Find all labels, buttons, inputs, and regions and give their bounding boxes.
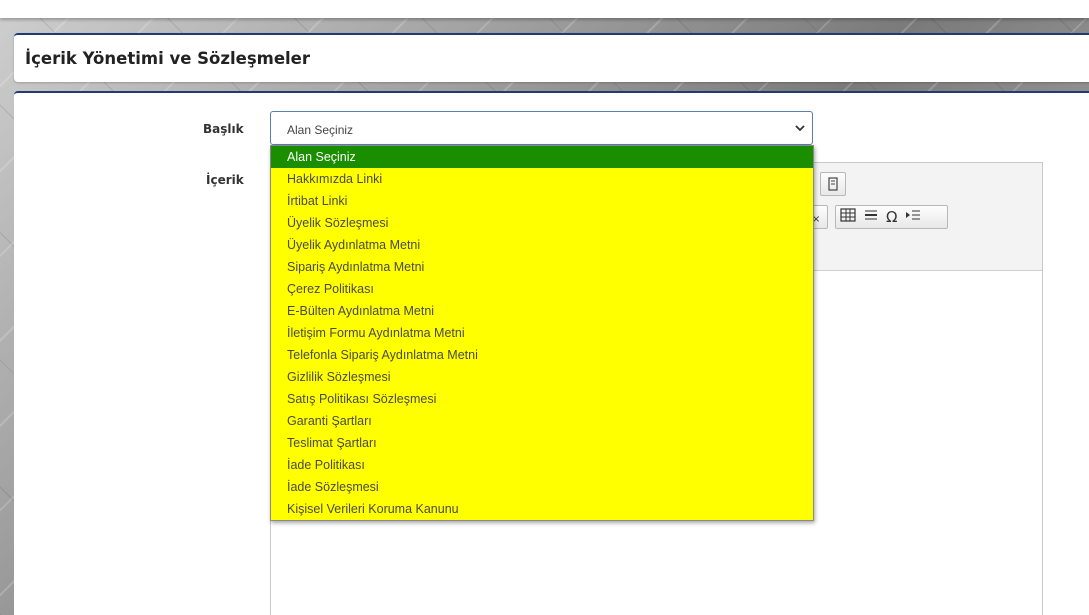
special-char-icon[interactable]: Ω bbox=[886, 208, 897, 226]
baslik-select[interactable]: Alan Seçiniz bbox=[270, 111, 813, 145]
dropdown-option[interactable]: Satış Politikası Sözleşmesi bbox=[271, 388, 813, 410]
baslik-label: Başlık bbox=[203, 122, 244, 136]
dropdown-option[interactable]: Çerez Politikası bbox=[271, 278, 813, 300]
top-bar bbox=[0, 0, 1089, 18]
icerik-label: İçerik bbox=[206, 173, 244, 187]
dropdown-option[interactable]: Teslimat Şartları bbox=[271, 432, 813, 454]
dropdown-option[interactable]: İade Politikası bbox=[271, 454, 813, 476]
dropdown-option[interactable]: Gizlilik Sözleşmesi bbox=[271, 366, 813, 388]
horizontal-line-icon[interactable] bbox=[864, 208, 878, 226]
dropdown-option[interactable]: Üyelik Aydınlatma Metni bbox=[271, 234, 813, 256]
dropdown-option[interactable]: Telefonla Sipariş Aydınlatma Metni bbox=[271, 344, 813, 366]
dropdown-option[interactable]: Garanti Şartları bbox=[271, 410, 813, 432]
dropdown-option[interactable]: İrtibat Linki bbox=[271, 190, 813, 212]
dropdown-option[interactable]: Sipariş Aydınlatma Metni bbox=[271, 256, 813, 278]
dropdown-option[interactable]: Hakkımızda Linki bbox=[271, 168, 813, 190]
select-value: Alan Seçiniz bbox=[287, 123, 354, 137]
template-icon[interactable] bbox=[820, 172, 846, 196]
dropdown-option[interactable]: İade Sözleşmesi bbox=[271, 476, 813, 498]
dropdown-option[interactable]: İletişim Formu Aydınlatma Metni bbox=[271, 322, 813, 344]
title-card: İçerik Yönetimi ve Sözleşmeler bbox=[14, 33, 1089, 82]
table-icon[interactable] bbox=[840, 208, 856, 226]
dropdown-option[interactable]: Üyelik Sözleşmesi bbox=[271, 212, 813, 234]
chevron-down-icon bbox=[794, 120, 806, 134]
page-title: İçerik Yönetimi ve Sözleşmeler bbox=[25, 49, 311, 68]
indent-icon[interactable] bbox=[905, 208, 921, 226]
dropdown-option[interactable]: Kişisel Verileri Koruma Kanunu bbox=[271, 498, 813, 520]
editor-insert-group: Ω bbox=[835, 205, 948, 229]
dropdown-option[interactable]: Alan Seçiniz bbox=[271, 146, 813, 168]
baslik-dropdown-list: Alan Seçiniz Hakkımızda Linki İrtibat Link… bbox=[270, 145, 814, 521]
dropdown-option[interactable]: E-Bülten Aydınlatma Metni bbox=[271, 300, 813, 322]
